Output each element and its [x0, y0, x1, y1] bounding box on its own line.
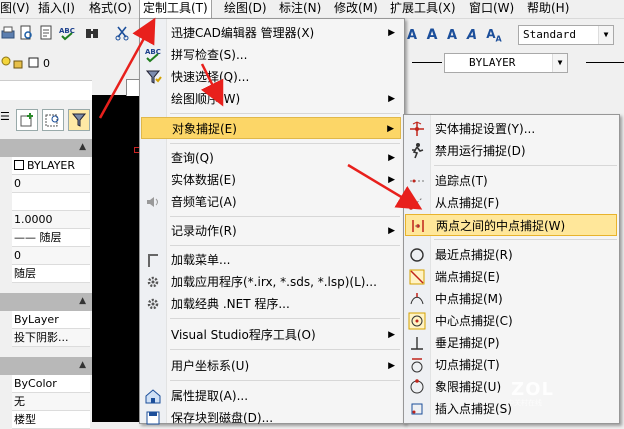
watermark-logo: ZOL — [511, 379, 554, 400]
arrow-to-object-snap — [200, 63, 224, 107]
arrow-to-tools-menu — [98, 17, 156, 119]
annotation-arrows — [98, 17, 423, 210]
watermark-subtext: 中关村在线 — [507, 399, 542, 407]
arrow-to-midpoint-between — [347, 163, 423, 210]
